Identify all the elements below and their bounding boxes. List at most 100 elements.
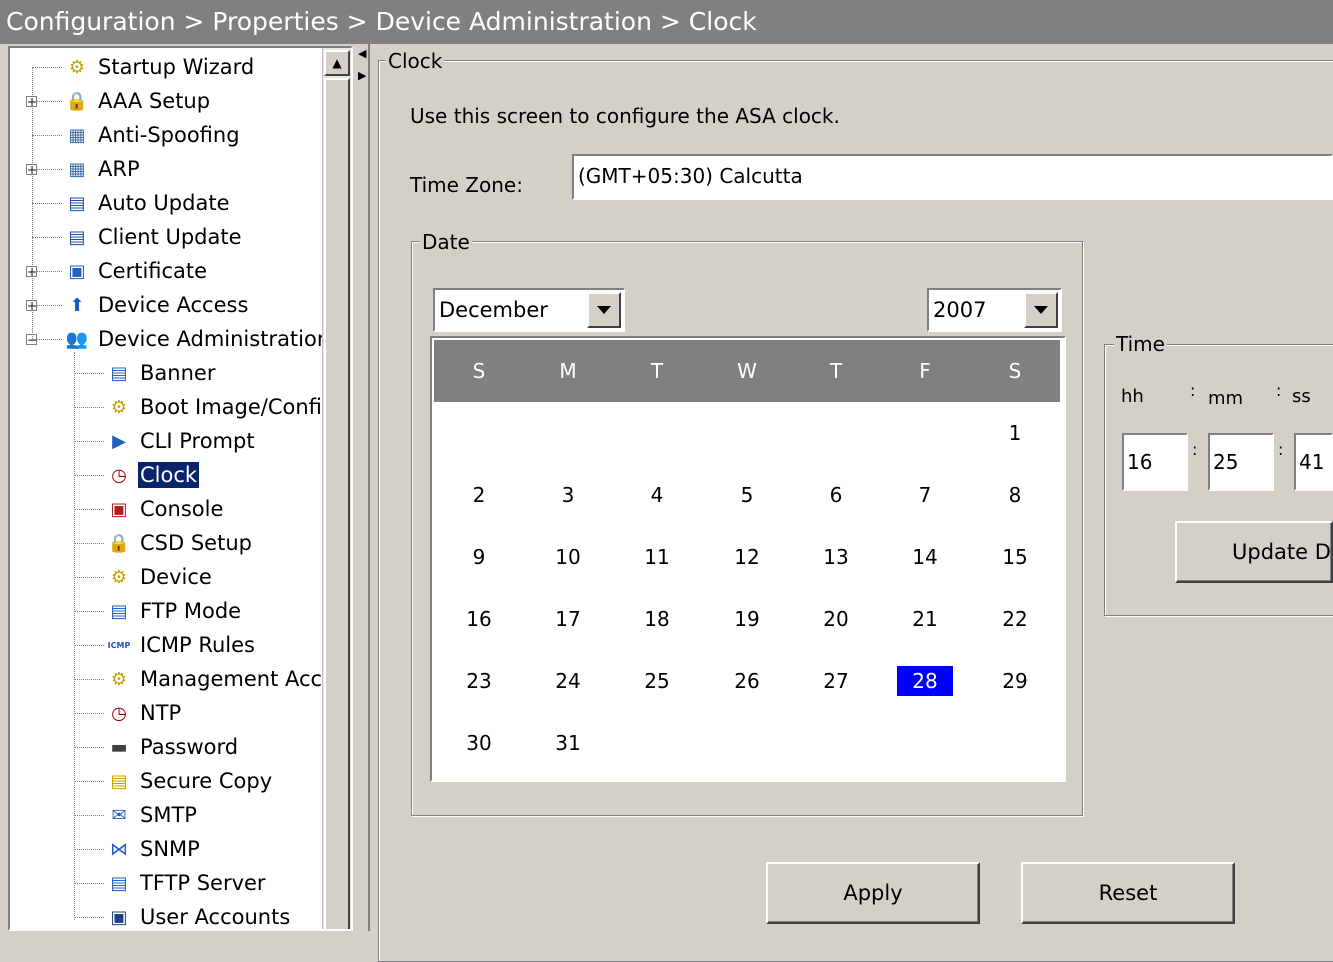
tree-item-label: Device (140, 565, 212, 589)
tree-connector (32, 203, 62, 204)
tree-scrollbar[interactable]: ▲ (322, 48, 351, 929)
calendar-day[interactable]: 9 (451, 542, 507, 572)
tree-item-csd-setup[interactable]: 🔒 CSD Setup (106, 526, 254, 560)
tree-item-certificate[interactable]: ▣ Certificate (64, 254, 209, 288)
month-dropdown-button[interactable] (587, 292, 621, 328)
tree-connector (74, 352, 75, 920)
calendar-day[interactable]: 10 (540, 542, 596, 572)
calendar-day[interactable]: 2 (451, 480, 507, 510)
reset-button[interactable]: Reset (1021, 862, 1235, 924)
calendar-day[interactable]: 16 (451, 604, 507, 634)
tree-connector (74, 747, 104, 748)
calendar-day[interactable]: 18 (629, 604, 685, 634)
weekday-header: S (472, 359, 486, 383)
calendar-day[interactable]: 4 (629, 480, 685, 510)
update-device-time-button[interactable]: Update D (1175, 521, 1333, 583)
tree-item-console[interactable]: ▣ Console (106, 492, 225, 526)
tree-item-cli-prompt[interactable]: ▶ CLI Prompt (106, 424, 257, 458)
year-dropdown-button[interactable] (1024, 292, 1058, 328)
calendar-day[interactable]: 8 (987, 480, 1043, 510)
tree-item-clock[interactable]: ◷ Clock (106, 458, 201, 492)
second-input[interactable]: 41 (1294, 433, 1333, 491)
calendar-day[interactable]: 7 (897, 480, 953, 510)
time-group-title: Time (1114, 332, 1167, 356)
weekday-header: T (650, 359, 664, 383)
boot-image-icon: ⚙ (110, 396, 128, 418)
tree-connector (74, 475, 104, 476)
tree-item-ftp-mode[interactable]: ▤ FTP Mode (106, 594, 243, 628)
tree-item-client-update[interactable]: ▤ Client Update (64, 220, 244, 254)
panel-splitter[interactable]: ◀ ▶ (355, 44, 369, 931)
calendar-day[interactable]: 24 (540, 666, 596, 696)
device-administration-icon: 👥 (65, 328, 89, 350)
tree-item-label: ICMP Rules (140, 633, 255, 657)
tree-connector (74, 849, 104, 850)
calendar-day[interactable]: 20 (808, 604, 864, 634)
calendar-day[interactable]: 3 (540, 480, 596, 510)
tree-item-smtp[interactable]: ✉ SMTP (106, 798, 199, 832)
tree-item-auto-update[interactable]: ▤ Auto Update (64, 186, 232, 220)
calendar-day[interactable]: 25 (629, 666, 685, 696)
calendar-day[interactable]: 6 (808, 480, 864, 510)
calendar-day[interactable]: 17 (540, 604, 596, 634)
clock-group-title: Clock (386, 49, 445, 73)
calendar-day[interactable]: 23 (451, 666, 507, 696)
chevron-down-icon (1034, 306, 1048, 314)
tree-item-icmp-rules[interactable]: ICMP ICMP Rules (106, 628, 257, 662)
calendar-day[interactable]: 11 (629, 542, 685, 572)
tree-item-startup-wizard[interactable]: ⚙ Startup Wizard (64, 50, 256, 84)
tree-item-secure-copy[interactable]: ▤ Secure Copy (106, 764, 274, 798)
calendar-day-selected[interactable]: 28 (897, 666, 953, 696)
tree-item-label: SNMP (140, 837, 200, 861)
tree-item-label: Secure Copy (140, 769, 273, 793)
apply-button[interactable]: Apply (766, 862, 980, 924)
calendar-day[interactable]: 13 (808, 542, 864, 572)
tree-item-snmp[interactable]: ⋈ SNMP (106, 832, 202, 866)
scroll-up-button[interactable]: ▲ (324, 50, 350, 76)
mm-label: mm (1208, 388, 1244, 409)
calendar-day[interactable]: 19 (719, 604, 775, 634)
tree-item-boot-image-config[interactable]: ⚙ Boot Image/Config (106, 390, 325, 424)
calendar-day[interactable]: 21 (897, 604, 953, 634)
calendar-day[interactable]: 30 (451, 728, 507, 758)
calendar-day[interactable]: 31 (540, 728, 596, 758)
tree-item-aaa-setup[interactable]: 🔒 AAA Setup (64, 84, 212, 118)
tree-item-device-administration[interactable]: 👥 Device Administration (64, 322, 325, 356)
scroll-thumb[interactable] (324, 78, 350, 929)
tree-item-label: Anti-Spoofing (98, 123, 240, 147)
tree-item-label: Certificate (98, 259, 208, 283)
tree-connector (74, 645, 104, 646)
calendar-day[interactable]: 22 (987, 604, 1043, 634)
ntp-icon: ◷ (111, 702, 127, 724)
calendar-day[interactable]: 12 (719, 542, 775, 572)
tree-item-ntp[interactable]: ◷ NTP (106, 696, 183, 730)
tree-item-password[interactable]: ▬ Password (106, 730, 240, 764)
tree-item-anti-spoofing[interactable]: ▦ Anti-Spoofing (64, 118, 242, 152)
month-select[interactable]: December (433, 288, 625, 332)
tree-item-device-access[interactable]: ⬆ Device Access (64, 288, 250, 322)
tree-item-user-accounts[interactable]: ▣ User Accounts (106, 900, 292, 929)
tree-item-arp[interactable]: ▦ ARP (64, 152, 142, 186)
calendar-day[interactable]: 1 (987, 418, 1043, 448)
collapse-left-icon[interactable]: ◀ (358, 48, 366, 59)
tree-item-tftp-server[interactable]: ▤ TFTP Server (106, 866, 268, 900)
collapse-right-icon[interactable]: ▶ (358, 70, 366, 81)
hour-input[interactable]: 16 (1122, 433, 1188, 491)
calendar-day[interactable]: 15 (987, 542, 1043, 572)
timezone-select[interactable]: (GMT+05:30) Calcutta (572, 154, 1333, 200)
snmp-icon: ⋈ (110, 838, 128, 860)
calendar-day[interactable]: 27 (808, 666, 864, 696)
tree-item-management-access[interactable]: ⚙ Management Access (106, 662, 325, 696)
tree-item-banner[interactable]: ▤ Banner (106, 356, 217, 390)
calendar-day[interactable]: 5 (719, 480, 775, 510)
calendar-day[interactable]: 14 (897, 542, 953, 572)
calendar-day[interactable]: 29 (987, 666, 1043, 696)
tree-item-label: ARP (98, 157, 140, 181)
secure-copy-icon: ▤ (110, 770, 128, 792)
calendar-day[interactable]: 26 (719, 666, 775, 696)
user-accounts-icon: ▣ (110, 906, 128, 928)
tree-item-label: FTP Mode (140, 599, 242, 623)
minute-input[interactable]: 25 (1208, 433, 1274, 491)
tree-item-device[interactable]: ⚙ Device (106, 560, 214, 594)
year-select[interactable]: 2007 (927, 288, 1062, 332)
